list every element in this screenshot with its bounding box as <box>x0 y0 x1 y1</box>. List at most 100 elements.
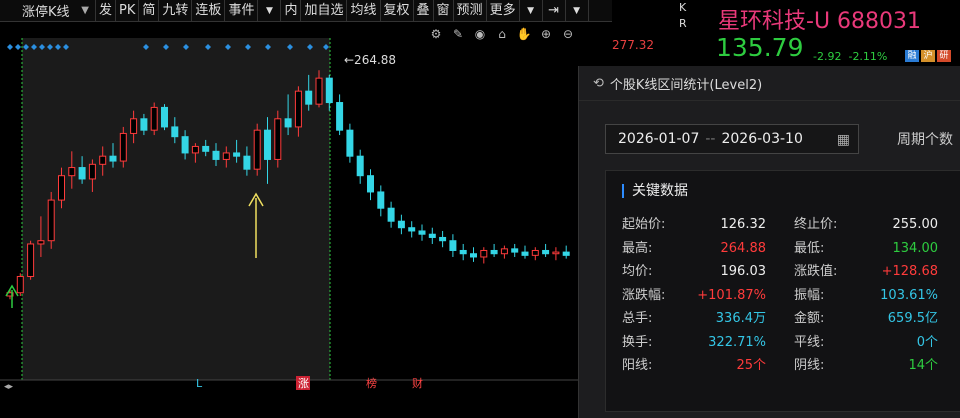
selected-range-area <box>22 38 330 380</box>
stat-value: 336.4万 <box>715 311 766 326</box>
candle-body <box>542 249 550 255</box>
toolbar-item-jian[interactable]: 简 <box>139 0 160 22</box>
interval-stats-panel: ⟲ 个股K线区间统计(Level2) 2026-01-07 -- 2026-03… <box>578 66 960 418</box>
candle-body <box>552 251 560 255</box>
candle-body <box>294 90 302 128</box>
candle-body <box>387 207 395 222</box>
candle-body <box>408 227 416 232</box>
candle-body <box>449 240 457 251</box>
candle-body <box>233 152 241 157</box>
kline-chart[interactable]: ←264.88 L 涨 榜 财 ◂▸ <box>0 22 578 418</box>
candle-body <box>253 129 261 170</box>
candle-body <box>521 251 529 256</box>
panel-title: 个股K线区间统计(Level2) <box>609 77 763 93</box>
candle-body <box>336 102 344 131</box>
candle-body <box>212 150 220 160</box>
chevron-down-icon: ▼ <box>527 5 535 16</box>
date-to[interactable]: 2026-03-10 <box>721 131 802 147</box>
candle-body <box>274 118 282 160</box>
candle-body <box>243 155 251 170</box>
candle-body <box>150 106 158 131</box>
stat-value: 134.00 <box>892 240 939 256</box>
stat-value: 264.88 <box>720 240 767 256</box>
toolbar-item-jiuzhuan[interactable]: 九转 <box>159 0 193 22</box>
candle-body <box>88 163 96 180</box>
candle-body <box>367 175 374 193</box>
candle-body <box>284 118 292 128</box>
stat-value: +128.68 <box>881 264 938 279</box>
change-pct: -2.11% <box>848 50 888 63</box>
badge-yan[interactable]: 研 <box>937 50 951 62</box>
panel-dropdown[interactable]: ▼ <box>566 0 589 22</box>
candle-body <box>531 249 539 256</box>
candle-body <box>47 199 55 242</box>
candle-body <box>356 155 364 177</box>
toolbar-item-forecast[interactable]: 预测 <box>454 0 487 22</box>
candle-body <box>305 90 313 105</box>
candle-body <box>16 275 24 294</box>
toolbar-item-more[interactable]: 更多 <box>487 0 520 22</box>
scroll-left-icon: ◂▸ <box>4 382 14 392</box>
marker-finance: 财 <box>412 376 423 390</box>
change-value: -2.92 <box>813 50 842 63</box>
card-title: 关键数据 <box>622 184 688 198</box>
toolbar-item-fa[interactable]: 发 <box>96 0 117 22</box>
current-price: 135.79 <box>716 33 804 62</box>
marker-rank: 榜 <box>366 376 377 390</box>
toolbar-item-lianban[interactable]: 连板 <box>192 0 226 22</box>
stat-value: 196.03 <box>720 264 767 279</box>
toolbar-item-adjust[interactable]: 复权 <box>381 0 414 22</box>
event-diamond-marker <box>7 44 13 50</box>
kr-r: R <box>679 17 687 30</box>
candle-body <box>315 77 323 105</box>
period-select[interactable]: 涨停K线 ▼ <box>0 0 96 22</box>
chevron-down-icon: ▼ <box>573 5 581 16</box>
candle-body <box>109 155 117 162</box>
calendar-icon[interactable]: ▦ <box>837 132 850 148</box>
candle-body <box>459 249 467 255</box>
date-from[interactable]: 2026-01-07 <box>618 131 699 147</box>
candle-body <box>562 251 570 256</box>
stat-value: 322.71% <box>708 334 766 350</box>
stat-value: 255.00 <box>892 217 939 232</box>
candle-body <box>130 118 138 134</box>
axis-price-top: 277.32 <box>612 38 654 52</box>
toolbar-item-overlay[interactable]: 叠 <box>414 0 434 22</box>
export-icon[interactable]: ⇥ <box>543 0 566 22</box>
toolbar-item-event[interactable]: 事件 <box>225 0 259 22</box>
candle-body <box>27 243 35 277</box>
toolbar-item-pk[interactable]: PK <box>116 0 140 22</box>
candle-body <box>140 118 148 131</box>
event-dropdown[interactable]: ▼ <box>258 0 282 22</box>
badge-hu[interactable]: 沪 <box>921 50 935 62</box>
candle-body <box>171 126 179 138</box>
badge-rong[interactable]: 融 <box>905 50 919 62</box>
candle-body <box>99 155 107 165</box>
toolbar-item-add-watchlist[interactable]: 加自选 <box>301 0 348 22</box>
stat-value: 103.61% <box>880 287 938 303</box>
candle-body <box>325 77 333 104</box>
toolbar-item-ma[interactable]: 均线 <box>347 0 381 22</box>
candle-body <box>264 129 271 160</box>
candle-body <box>346 129 354 157</box>
candle-body <box>397 220 405 229</box>
toolbar-item-nei[interactable]: 内 <box>281 0 302 22</box>
period-count-label: 周期个数 <box>897 132 953 148</box>
date-range-input[interactable]: 2026-01-07 -- 2026-03-10 ▦ <box>605 124 859 154</box>
candle-body <box>181 136 189 154</box>
more-dropdown[interactable]: ▼ <box>520 0 543 22</box>
stat-value: 14个 <box>908 358 938 373</box>
toolbar-item-window[interactable]: 窗 <box>434 0 454 22</box>
date-separator: -- <box>705 131 716 147</box>
chart-toolbar: 涨停K线 ▼ 发 PK 简 九转 连板 事件 ▼ 内 加自选 均线 复权 叠 窗… <box>0 0 612 22</box>
candle-body <box>37 240 45 245</box>
period-select-label: 涨停K线 <box>22 5 70 20</box>
candle-body <box>202 145 210 152</box>
key-data-card: 关键数据 起始价: 126.32 终止价: 255.00 最高: 264.88 最低: 134… <box>605 170 960 412</box>
candle-body <box>470 253 477 258</box>
stock-name: 星环科技-U 688031 <box>718 9 922 34</box>
panel-title-bar: ⟲ 个股K线区间统计(Level2) <box>579 66 960 101</box>
stat-value: 0个 <box>916 334 938 350</box>
marker-limit-up: 涨 <box>298 377 309 390</box>
price-change: -2.92 -2.11% <box>813 50 887 63</box>
